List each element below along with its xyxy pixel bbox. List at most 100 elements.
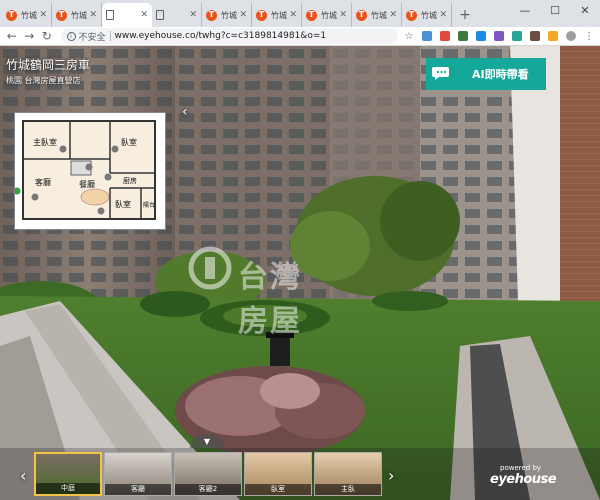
- browser-tab[interactable]: T 竹城 ✕: [52, 3, 102, 27]
- tab-title: 竹城: [21, 10, 37, 20]
- thumbnail-item[interactable]: 中庭: [34, 452, 102, 496]
- browser-tab[interactable]: T 竹城 ✕: [302, 3, 352, 27]
- room-label: 廚房: [123, 176, 137, 185]
- room-label: 陽台: [143, 201, 155, 209]
- maximize-icon[interactable]: ☐: [540, 0, 570, 20]
- browser-tab-active[interactable]: ✕: [102, 3, 152, 27]
- extension-icon[interactable]: [510, 29, 524, 43]
- toolbar-icons: ☆ ⋮: [398, 29, 596, 43]
- hotspot-marker[interactable]: [31, 193, 39, 201]
- close-icon[interactable]: ✕: [239, 10, 247, 20]
- chat-bubble-icon: [426, 58, 458, 90]
- room-label: 臥室: [115, 199, 131, 209]
- url-text[interactable]: www.eyehouse.co/twhg?c=c3189814981&o=1: [115, 31, 327, 41]
- new-tab-button[interactable]: +: [456, 3, 474, 27]
- listing-subtitle: 桃園 台灣房屋直營店: [6, 76, 81, 85]
- close-icon[interactable]: ✕: [140, 10, 148, 20]
- thumbnail-item[interactable]: 客廳: [104, 452, 172, 496]
- info-icon[interactable]: i: [66, 31, 76, 41]
- address-bar[interactable]: i 不安全 www.eyehouse.co/twhg?c=c3189814981…: [60, 28, 398, 44]
- panorama-viewer[interactable]: 竹城鶴岡三房車 桃園 台灣房屋直營店 AI即時帶看 主臥室 臥室 廚房 客廳 餐…: [0, 46, 600, 500]
- browser-toolbar: ← → ↻ i 不安全 www.eyehouse.co/twhg?c=c3189…: [0, 27, 600, 46]
- tab-title: 竹城: [421, 10, 437, 20]
- close-icon[interactable]: ✕: [339, 10, 347, 20]
- brand-logo-icon: T: [356, 9, 367, 21]
- chevron-left-icon[interactable]: ‹: [182, 104, 188, 120]
- extension-icon[interactable]: [492, 29, 506, 43]
- hotspot-marker[interactable]: [59, 145, 67, 153]
- close-icon[interactable]: ✕: [439, 10, 447, 20]
- room-label: 客廳: [35, 177, 51, 187]
- thumbnail-label: 中庭: [36, 483, 100, 494]
- forward-arrow-icon[interactable]: →: [22, 28, 38, 44]
- browser-tab[interactable]: ✕: [152, 3, 202, 27]
- close-icon[interactable]: ✕: [39, 10, 47, 20]
- room-label: 臥室: [121, 137, 137, 147]
- hotspot-marker[interactable]: [85, 163, 93, 171]
- browser-tab[interactable]: T 竹城 ✕: [352, 3, 402, 27]
- extension-icon[interactable]: [438, 29, 452, 43]
- divider: [109, 31, 111, 41]
- close-icon[interactable]: ✕: [189, 10, 197, 20]
- document-icon: [156, 10, 164, 20]
- minimize-icon[interactable]: —: [510, 0, 540, 20]
- close-icon[interactable]: ✕: [389, 10, 397, 20]
- close-window-icon[interactable]: ✕: [570, 0, 600, 20]
- brand-watermark: 台灣房屋: [188, 246, 318, 339]
- window-controls: — ☐ ✕: [510, 0, 600, 20]
- hotspot-marker[interactable]: [97, 207, 105, 215]
- reload-icon[interactable]: ↻: [39, 28, 55, 44]
- brand-logo-icon: T: [256, 9, 267, 21]
- tab-title: 竹城: [71, 10, 87, 20]
- tab-title: 竹城: [271, 10, 287, 20]
- close-icon[interactable]: ✕: [89, 10, 97, 20]
- extension-icon[interactable]: [420, 29, 434, 43]
- watermark-logo-icon: [188, 246, 232, 290]
- chevron-down-icon: ▼: [203, 436, 211, 446]
- thumbnail-label: 客廳2: [175, 484, 241, 495]
- floor-plan-drawing: 主臥室 臥室 廚房 客廳 餐廳 臥室 陽台: [13, 120, 156, 220]
- extension-icon[interactable]: [456, 29, 470, 43]
- thumbnail-item[interactable]: 臥室: [244, 452, 312, 496]
- extension-icon[interactable]: [474, 29, 488, 43]
- bookmark-star-icon[interactable]: ☆: [402, 29, 416, 43]
- hotspot-marker[interactable]: [104, 173, 112, 181]
- hotspot-marker[interactable]: [111, 145, 119, 153]
- browser-tab[interactable]: T 竹城 ✕: [2, 3, 52, 27]
- ai-guide-button[interactable]: AI即時帶看: [426, 58, 546, 90]
- tab-title: 竹城: [221, 10, 237, 20]
- back-arrow-icon[interactable]: ←: [4, 28, 20, 44]
- browser-tab[interactable]: T 竹城 ✕: [252, 3, 302, 27]
- close-icon[interactable]: ✕: [289, 10, 297, 20]
- brand-logo-icon: T: [6, 9, 17, 21]
- brand-logo-icon: T: [406, 9, 417, 21]
- extension-icon[interactable]: [546, 29, 560, 43]
- profile-avatar-icon[interactable]: [564, 29, 578, 43]
- room-label: 主臥室: [33, 137, 57, 147]
- thumbnail-item[interactable]: 客廳2: [174, 452, 242, 496]
- thumbnail-item[interactable]: 主臥: [314, 452, 382, 496]
- brand-logo-icon: T: [56, 9, 67, 21]
- chevron-right-icon[interactable]: ›: [388, 466, 394, 485]
- room-label: 餐廳: [79, 179, 95, 189]
- tab-title: 竹城: [371, 10, 387, 20]
- extension-icon[interactable]: [528, 29, 542, 43]
- chevron-left-icon[interactable]: ‹: [20, 466, 26, 485]
- watermark-text: 台灣房屋: [238, 260, 302, 339]
- browser-tab[interactable]: T 竹城 ✕: [202, 3, 252, 27]
- tab-title: 竹城: [321, 10, 337, 20]
- brand-logo-icon: T: [306, 9, 317, 21]
- thumbnail-label: 臥室: [245, 484, 311, 495]
- ai-guide-label: AI即時帶看: [472, 68, 529, 81]
- security-label: 不安全: [78, 32, 106, 43]
- current-location-marker: [13, 187, 21, 195]
- tab-strip: T 竹城 ✕ T 竹城 ✕ ✕ ✕ T 竹城 ✕ T 竹城 ✕ T 竹城 ✕ T…: [0, 0, 600, 27]
- thumbnail-label: 主臥: [315, 484, 381, 495]
- browser-tab[interactable]: T 竹城 ✕: [402, 3, 452, 27]
- floor-plan-minimap[interactable]: 主臥室 臥室 廚房 客廳 餐廳 臥室 陽台: [13, 112, 166, 230]
- document-icon: [106, 10, 114, 20]
- thumbnail-label: 客廳: [105, 484, 171, 495]
- powered-by-text: powered by: [500, 464, 542, 472]
- menu-dots-icon[interactable]: ⋮: [582, 29, 596, 43]
- brand-logo: eyehouse: [490, 472, 557, 487]
